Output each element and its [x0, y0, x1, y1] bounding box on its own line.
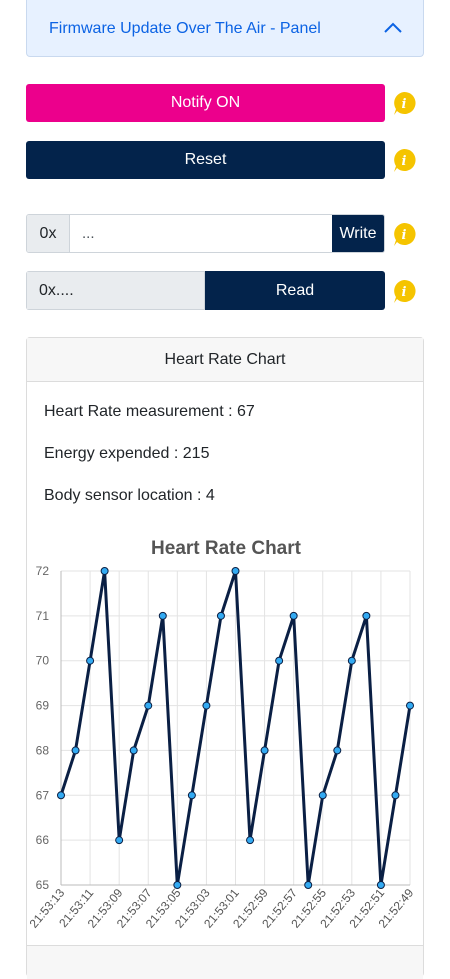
data-point — [406, 701, 414, 710]
chevron-up-icon[interactable] — [383, 20, 403, 36]
svg-text:i: i — [402, 97, 407, 112]
y-tick-label: 70 — [36, 654, 50, 668]
data-point — [115, 836, 124, 845]
y-tick-label: 66 — [36, 833, 50, 847]
body-sensor-location: Body sensor location : 4 — [44, 487, 215, 504]
write-value-input[interactable]: ... — [70, 215, 333, 252]
write-button[interactable]: Write — [332, 215, 384, 252]
data-point — [376, 881, 385, 889]
info-icon[interactable]: i — [391, 147, 417, 173]
data-point — [275, 656, 284, 665]
card-header: Heart Rate Chart — [27, 338, 423, 382]
accordion-title: Firmware Update Over The Air - Panel — [49, 20, 321, 37]
data-point — [202, 701, 211, 710]
data-point — [129, 746, 138, 755]
data-point — [347, 656, 356, 665]
data-point — [246, 836, 255, 845]
data-point — [158, 611, 167, 620]
svg-text:i: i — [402, 228, 407, 243]
read-button[interactable]: Read — [205, 271, 385, 310]
svg-text:i: i — [402, 285, 407, 300]
energy-expended: Energy expended : 215 — [44, 445, 210, 462]
firmware-update-accordion-header[interactable]: Firmware Update Over The Air - Panel — [26, 0, 424, 57]
data-point — [289, 611, 298, 620]
data-point — [57, 791, 65, 800]
hex-prefix-label: 0x — [27, 215, 70, 252]
data-point — [304, 881, 313, 889]
data-point — [187, 791, 196, 800]
data-point — [100, 567, 109, 575]
heart-rate-line-chart: Heart Rate Chart656667686970717221:53:13… — [27, 538, 417, 931]
data-point — [216, 611, 225, 620]
chart-title: Heart Rate Chart — [151, 538, 302, 559]
data-point — [391, 791, 400, 800]
svg-text:i: i — [402, 154, 407, 169]
info-icon[interactable]: i — [391, 221, 417, 247]
data-point — [144, 701, 153, 710]
info-icon[interactable]: i — [391, 90, 417, 116]
reset-button[interactable]: Reset — [26, 141, 385, 179]
y-tick-label: 72 — [36, 564, 50, 578]
write-input-group: 0x ... Write — [26, 214, 385, 253]
y-tick-label: 67 — [36, 788, 50, 802]
read-value-field: 0x.... — [26, 271, 205, 310]
notify-button[interactable]: Notify ON — [26, 84, 385, 122]
y-tick-label: 65 — [36, 878, 50, 892]
data-point — [318, 791, 327, 800]
data-point — [231, 567, 240, 575]
data-point — [71, 746, 80, 755]
data-point — [86, 656, 95, 665]
info-icon[interactable]: i — [391, 278, 417, 304]
y-tick-label: 71 — [36, 609, 50, 623]
data-point — [173, 881, 182, 889]
y-tick-label: 69 — [36, 699, 50, 713]
read-input-group: 0x.... Read — [26, 271, 385, 310]
data-point — [333, 746, 342, 755]
data-point — [362, 611, 371, 620]
y-tick-label: 68 — [36, 743, 50, 757]
data-point — [260, 746, 269, 755]
heart-rate-measurement: Heart Rate measurement : 67 — [44, 403, 255, 420]
